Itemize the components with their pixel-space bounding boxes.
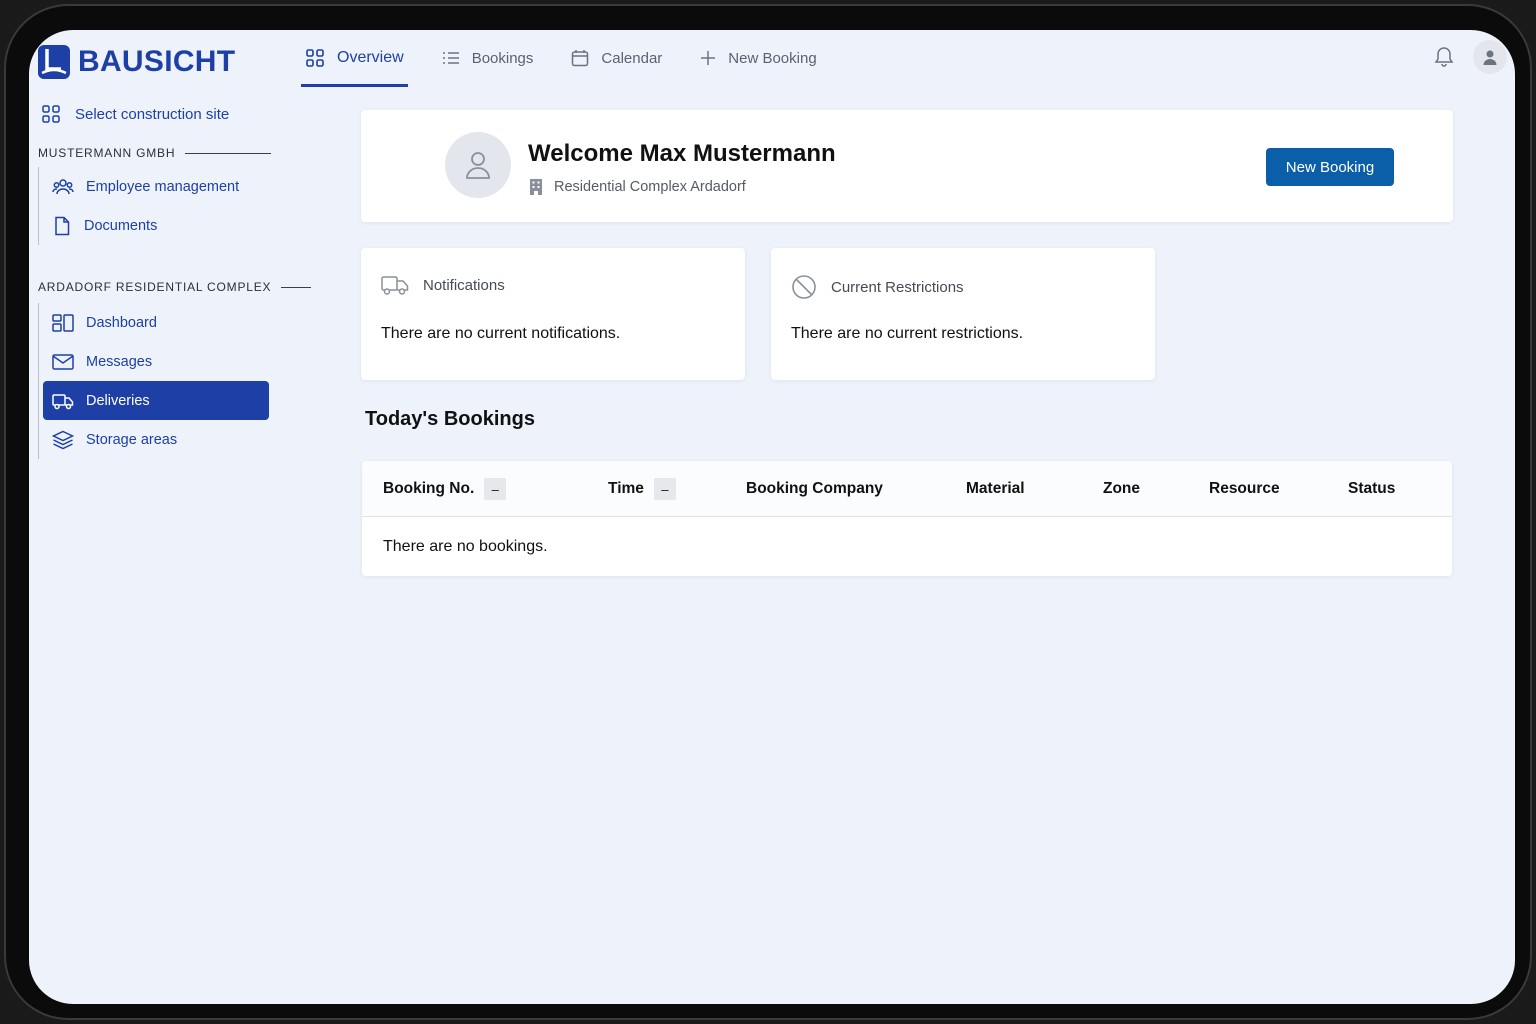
mail-icon (52, 353, 74, 370)
sidebar-item-dashboard[interactable]: Dashboard (39, 303, 265, 342)
tab-new-booking-label: New Booking (728, 49, 817, 67)
column-label: Booking No. (383, 480, 475, 497)
column-booking-company: Booking Company (746, 461, 883, 517)
company-heading: MUSTERMANN GMBH (38, 146, 272, 160)
sidebar-item-label: Dashboard (86, 314, 157, 331)
restrictions-title: Current Restrictions (831, 278, 964, 296)
site-heading: ARDADORF RESIDENTIAL COMPLEX (38, 280, 312, 294)
user-icon (466, 152, 490, 179)
tab-calendar-label: Calendar (601, 49, 663, 67)
company-heading-label: MUSTERMANN GMBH (38, 146, 176, 160)
plus-icon (701, 51, 716, 65)
truck-icon (52, 393, 74, 409)
logo-icon (38, 45, 70, 79)
sidebar-item-employee-management[interactable]: Employee management (39, 167, 265, 206)
notifications-title: Notifications (423, 276, 505, 294)
sidebar-item-label: Documents (84, 217, 158, 234)
sidebar-item-messages[interactable]: Messages (39, 342, 265, 381)
column-zone: Zone (1103, 461, 1140, 517)
tab-overview-label: Overview (337, 49, 404, 66)
column-label: Booking Company (746, 480, 883, 497)
building-icon (530, 179, 542, 195)
tab-bookings-label: Bookings (471, 49, 534, 67)
empty-bookings-message: There are no bookings. (383, 538, 548, 555)
notifications-bell[interactable] (1433, 44, 1455, 68)
restrictions-header: Current Restrictions (791, 274, 964, 300)
profile-avatar (445, 132, 511, 198)
tab-calendar[interactable]: Calendar (567, 30, 666, 86)
prohibited-icon (792, 275, 816, 299)
app-screen: BAUSICHT Overview Bookings Calendar New … (29, 30, 1515, 1004)
select-site-label: Select construction site (75, 105, 230, 123)
column-time[interactable]: Time – (608, 461, 676, 517)
sidebar-item-deliveries[interactable]: Deliveries (43, 381, 269, 420)
bookings-table: Booking No. – Time – Booking Company Mat… (362, 461, 1452, 576)
sidebar-item-label: Employee management (86, 178, 240, 195)
grid-icon (306, 49, 324, 67)
column-status: Status (1348, 461, 1395, 517)
column-label: Zone (1103, 480, 1141, 497)
users-icon (52, 178, 74, 194)
column-label: Status (1348, 480, 1396, 497)
sidebar-item-label: Storage areas (86, 431, 178, 448)
dashboard-icon (52, 313, 74, 332)
app-logo[interactable]: BAUSICHT (38, 45, 235, 79)
notifications-card: Notifications There are no current notif… (361, 248, 745, 380)
user-avatar[interactable] (1473, 40, 1507, 74)
grid-icon (42, 105, 60, 123)
column-label: Time (608, 480, 644, 497)
welcome-title: Welcome Max Mustermann (528, 140, 836, 167)
notifications-header: Notifications (381, 274, 505, 296)
site-nav: Dashboard Messages Deliveries Storage ar… (38, 303, 269, 459)
truck-icon (381, 276, 409, 295)
divider (281, 286, 312, 288)
current-site: Residential Complex Ardadorf (528, 178, 746, 195)
tab-bookings[interactable]: Bookings (438, 30, 538, 86)
site-heading-label: ARDADORF RESIDENTIAL COMPLEX (38, 280, 272, 294)
tab-new-booking[interactable]: New Booking (696, 30, 820, 86)
column-label: Material (966, 480, 1025, 497)
column-booking-no[interactable]: Booking No. – (383, 461, 507, 517)
device-frame: BAUSICHT Overview Bookings Calendar New … (4, 4, 1532, 1020)
restrictions-body: There are no current restrictions. (791, 325, 1024, 342)
welcome-card: Welcome Max Mustermann Residential Compl… (361, 110, 1453, 222)
sidebar-item-label: Deliveries (86, 392, 150, 409)
sidebar-item-storage-areas[interactable]: Storage areas (39, 420, 265, 459)
new-booking-button[interactable]: New Booking (1266, 148, 1394, 186)
sidebar-item-documents[interactable]: Documents (39, 206, 265, 245)
sort-button[interactable]: – (484, 478, 507, 500)
user-icon (1483, 50, 1497, 65)
list-icon (442, 52, 459, 64)
calendar-icon (572, 50, 589, 67)
top-navigation: Overview Bookings Calendar New Booking (301, 30, 851, 87)
document-icon (55, 216, 70, 235)
bookings-title: Today's Bookings (365, 408, 535, 430)
notifications-body: There are no current notifications. (381, 325, 621, 342)
restrictions-card: Current Restrictions There are no curren… (771, 248, 1155, 380)
divider (185, 152, 272, 154)
table-header: Booking No. – Time – Booking Company Mat… (362, 461, 1452, 517)
column-material: Material (966, 461, 1025, 517)
brand-name: BAUSICHT (78, 45, 236, 78)
company-nav: Employee management Documents (38, 167, 265, 245)
layers-icon (52, 430, 74, 449)
sort-button[interactable]: – (653, 478, 676, 500)
current-site-label: Residential Complex Ardadorf (554, 178, 746, 195)
bell-icon (1434, 47, 1454, 67)
select-construction-site[interactable]: Select construction site (41, 104, 229, 124)
column-resource: Resource (1209, 461, 1280, 517)
tab-overview[interactable]: Overview (301, 30, 408, 87)
column-label: Resource (1209, 480, 1280, 497)
sidebar-item-label: Messages (86, 353, 153, 370)
